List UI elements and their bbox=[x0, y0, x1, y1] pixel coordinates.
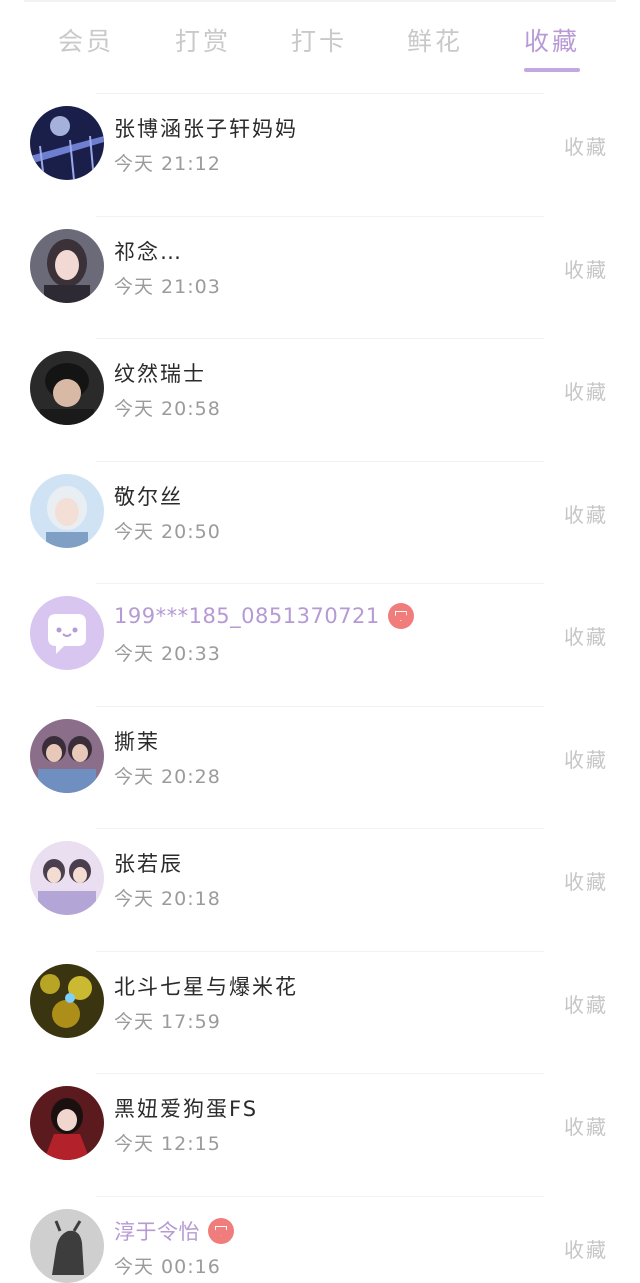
timestamp: 今天 20:50 bbox=[114, 520, 221, 543]
timestamp: 今天 20:18 bbox=[114, 888, 221, 910]
favorite-label[interactable]: 收藏 bbox=[564, 376, 608, 405]
default-avatar-icon[interactable] bbox=[30, 596, 104, 670]
row-divider bbox=[96, 950, 544, 952]
list-item[interactable]: 张若辰 今天 20:18 收藏 bbox=[0, 828, 640, 951]
row-divider bbox=[96, 338, 544, 339]
tab-favorites[interactable]: 收藏 bbox=[494, 10, 610, 70]
vip-diamond-icon bbox=[208, 1217, 234, 1244]
favorite-label[interactable]: 收藏 bbox=[564, 254, 608, 283]
timestamp: 今天 00:16 bbox=[114, 1255, 221, 1278]
list-item[interactable]: 敬尔丝 今天 20:50 收藏 bbox=[0, 460, 640, 584]
list-item[interactable]: 199***185_0851370721 今天 20:33 收藏 bbox=[0, 583, 640, 706]
user-name-text: 199***185_0851370721 bbox=[114, 604, 380, 628]
list-item[interactable]: 淳于令怡 今天 00:16 收藏 bbox=[0, 1195, 640, 1283]
avatar[interactable] bbox=[30, 963, 104, 1038]
favorite-label[interactable]: 收藏 bbox=[564, 131, 608, 160]
row-divider bbox=[96, 1195, 544, 1197]
user-name: 黑妞爱狗蛋FS bbox=[114, 1097, 259, 1121]
avatar[interactable] bbox=[30, 106, 104, 180]
timestamp: 今天 21:03 bbox=[114, 275, 221, 298]
list-item[interactable]: 张博涵张子轩妈妈 今天 21:12 收藏 bbox=[0, 93, 640, 216]
user-name: 199***185_0851370721 bbox=[114, 603, 414, 629]
timestamp: 今天 20:28 bbox=[114, 765, 221, 788]
favorite-label[interactable]: 收藏 bbox=[564, 989, 608, 1018]
row-divider bbox=[96, 583, 544, 584]
row-divider bbox=[96, 460, 544, 462]
top-strip bbox=[0, 0, 640, 6]
row-divider bbox=[96, 93, 544, 94]
timestamp: 今天 12:15 bbox=[114, 1133, 221, 1155]
user-name: 祁念… bbox=[114, 239, 183, 264]
timestamp: 今天 20:58 bbox=[114, 398, 221, 420]
favorite-label[interactable]: 收藏 bbox=[564, 744, 608, 773]
avatar[interactable] bbox=[30, 718, 104, 793]
tab-reward[interactable]: 打赏 bbox=[145, 10, 261, 70]
user-name: 张博涵张子轩妈妈 bbox=[114, 117, 298, 141]
favorites-list: 张博涵张子轩妈妈 今天 21:12 收藏 祁念… 今天 21:03 收藏 纹然瑞… bbox=[0, 93, 640, 1283]
timestamp: 今天 20:33 bbox=[114, 643, 221, 665]
favorite-label[interactable]: 收藏 bbox=[564, 1111, 608, 1140]
vip-diamond-icon bbox=[387, 603, 414, 629]
top-divider bbox=[24, 0, 616, 2]
row-divider bbox=[96, 1073, 544, 1074]
list-item[interactable]: 撕茉 今天 20:28 收藏 bbox=[0, 705, 640, 829]
user-name: 纹然瑞士 bbox=[114, 362, 206, 386]
avatar[interactable] bbox=[30, 228, 104, 303]
row-divider bbox=[96, 828, 544, 829]
user-name-text: 淳于令怡 bbox=[114, 1219, 200, 1244]
list-item[interactable]: 北斗七星与爆米花 今天 17:59 收藏 bbox=[0, 950, 640, 1074]
avatar[interactable] bbox=[30, 351, 104, 425]
tab-member[interactable]: 会员 bbox=[28, 10, 144, 70]
row-divider bbox=[96, 215, 544, 217]
timestamp: 今天 21:12 bbox=[114, 153, 221, 175]
tab-checkin[interactable]: 打卡 bbox=[261, 10, 377, 70]
user-name: 撕茉 bbox=[114, 729, 160, 754]
favorite-label[interactable]: 收藏 bbox=[564, 1234, 608, 1263]
user-name: 北斗七星与爆米花 bbox=[114, 974, 298, 999]
favorite-label[interactable]: 收藏 bbox=[564, 499, 608, 528]
user-name: 敬尔丝 bbox=[114, 484, 183, 509]
avatar[interactable] bbox=[30, 1208, 104, 1283]
favorite-label[interactable]: 收藏 bbox=[564, 621, 608, 650]
row-divider bbox=[96, 705, 544, 707]
list-item[interactable]: 祁念… 今天 21:03 收藏 bbox=[0, 215, 640, 339]
tab-bar: 会员 打赏 打卡 鲜花 收藏 bbox=[0, 10, 640, 82]
user-name: 淳于令怡 bbox=[114, 1216, 234, 1246]
avatar[interactable] bbox=[30, 1086, 104, 1160]
timestamp: 今天 17:59 bbox=[114, 1010, 221, 1033]
avatar[interactable] bbox=[30, 473, 104, 548]
list-item[interactable]: 纹然瑞士 今天 20:58 收藏 bbox=[0, 338, 640, 461]
active-tab-indicator bbox=[524, 68, 580, 72]
user-name: 张若辰 bbox=[114, 852, 183, 876]
tab-flowers[interactable]: 鲜花 bbox=[377, 10, 493, 70]
avatar[interactable] bbox=[30, 841, 104, 915]
list-item[interactable]: 黑妞爱狗蛋FS 今天 12:15 收藏 bbox=[0, 1073, 640, 1196]
favorite-label[interactable]: 收藏 bbox=[564, 866, 608, 895]
